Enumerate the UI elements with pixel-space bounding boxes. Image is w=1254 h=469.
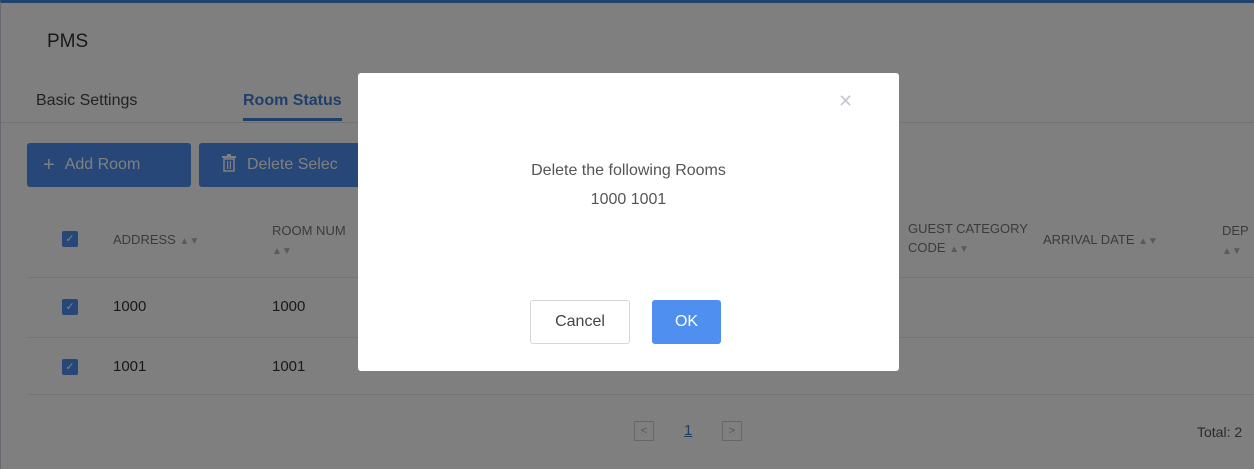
delete-confirm-dialog: ✕ Delete the following Rooms 1000 1001 C… [358,73,899,371]
cancel-button[interactable]: Cancel [530,300,630,344]
dialog-room-list: 1000 1001 [590,191,667,208]
close-icon[interactable]: ✕ [838,91,853,112]
dialog-message: Delete the following Rooms [531,162,726,179]
ok-button[interactable]: OK [652,300,721,344]
